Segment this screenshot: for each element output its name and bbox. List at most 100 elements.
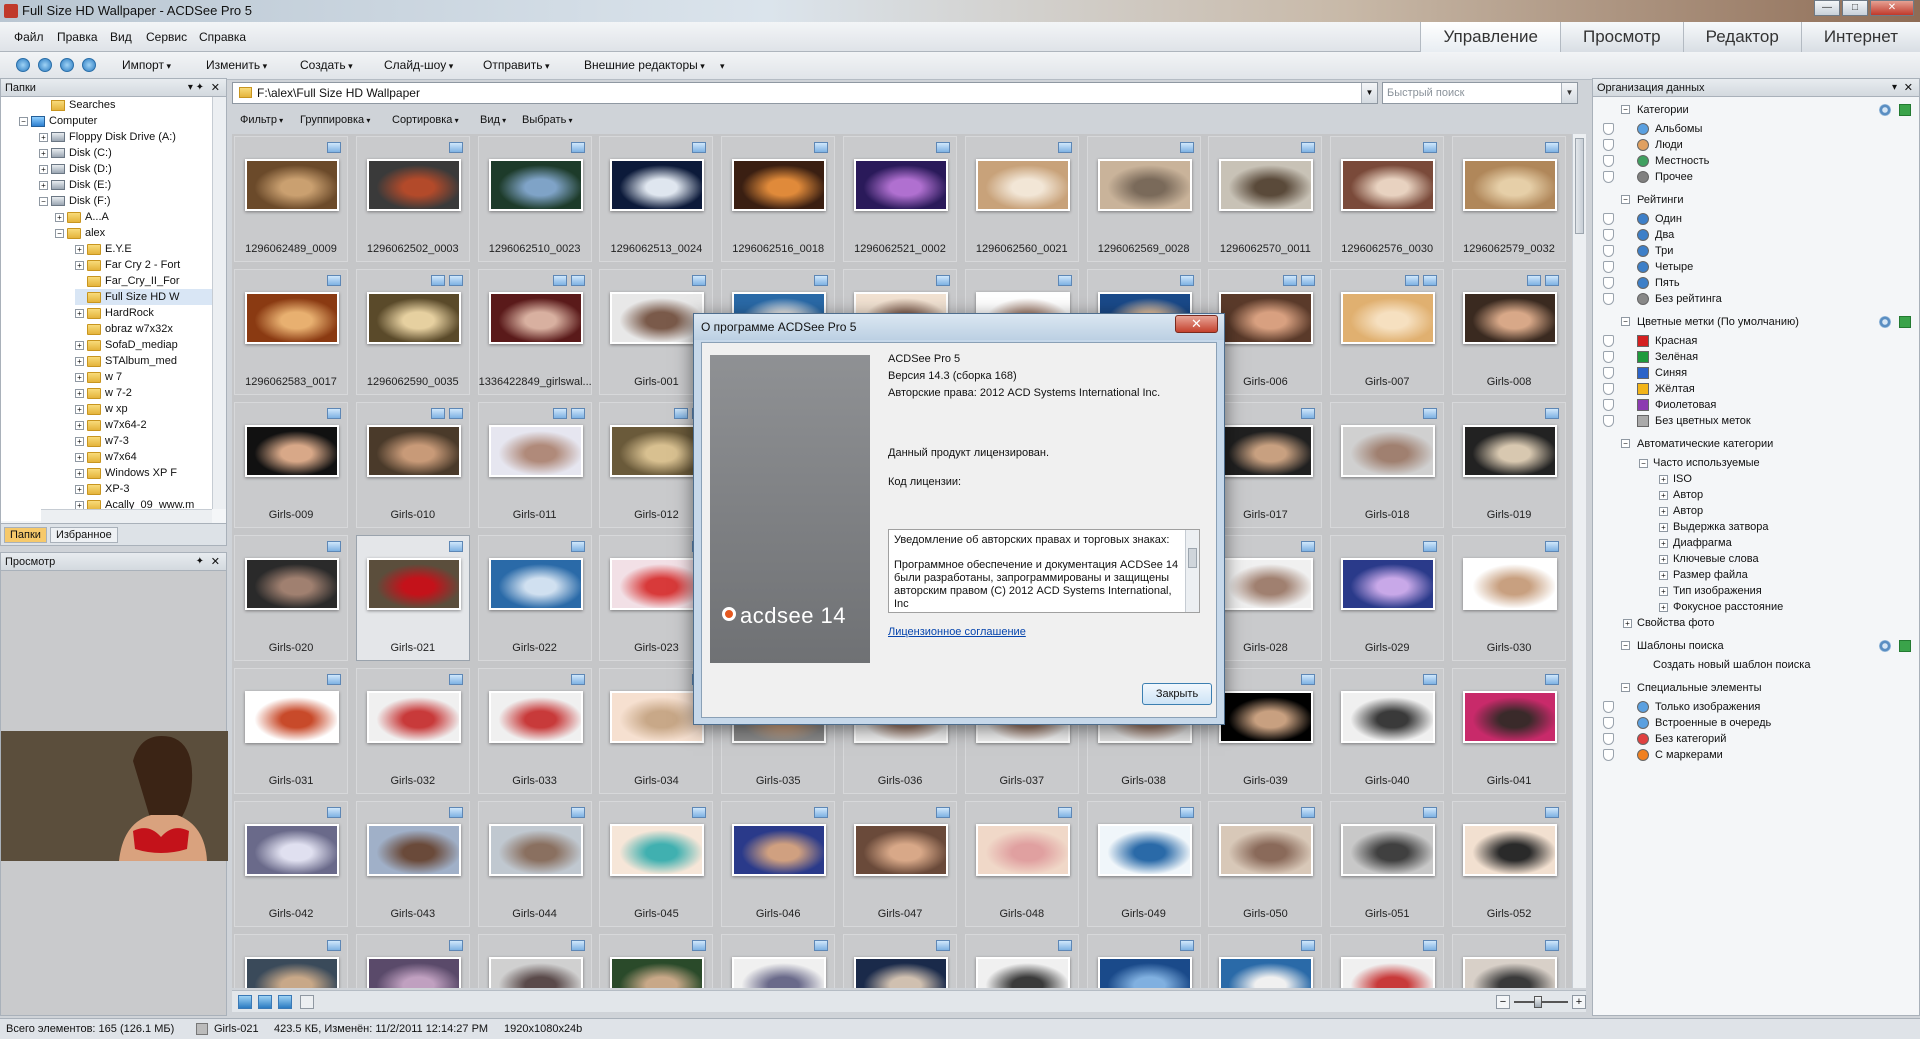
expand-toggle[interactable]: + [75,452,84,462]
zoom-in-icon[interactable]: + [1572,995,1586,1009]
thumbnail-item[interactable]: Girls-017 [1208,402,1323,528]
add-icon[interactable] [1899,104,1911,116]
auto-category-toggle[interactable]: − [1639,455,1651,471]
expand-toggle[interactable]: + [39,132,48,142]
add-icon[interactable] [1899,316,1911,328]
thumbnail-item[interactable] [477,934,592,988]
thumbnail-item[interactable]: 1296062510_0023 [477,136,592,262]
thumbnail-item[interactable]: 1296062569_0028 [1086,136,1201,262]
filter-checkbox[interactable] [1603,399,1614,411]
expand-toggle[interactable]: + [75,372,84,382]
maximize-button[interactable]: □ [1842,0,1868,16]
tree-item[interactable]: − Computer [19,113,212,129]
thumbnail-item[interactable] [843,934,957,988]
slider-knob[interactable] [1534,996,1542,1008]
expand-toggle[interactable]: + [75,420,84,430]
pin-icon[interactable]: ▾ [1892,79,1897,97]
thumbnail-item[interactable]: 1296062590_0035 [355,269,470,395]
tab-online[interactable]: Интернет [1800,22,1920,52]
thumbnail-item[interactable]: Girls-020 [234,535,348,661]
import-button[interactable]: Импорт [122,58,171,72]
add-icon[interactable] [1899,640,1911,652]
tree-item[interactable]: + XP-3 [75,481,212,497]
pin-icon[interactable]: ▾ ✦ [188,79,204,97]
tree-item[interactable]: + Windows XP F [75,465,212,481]
thumbnail-item[interactable]: Girls-010 [355,402,470,528]
thumbnail-item[interactable]: Girls-030 [1452,535,1566,661]
expand-toggle[interactable]: − [19,116,28,126]
thumbnail-item[interactable]: Girls-011 [477,402,592,528]
tab-manage[interactable]: Управление [1420,22,1560,52]
rotate-icon[interactable] [278,995,292,1009]
expand-toggle[interactable]: + [75,404,84,414]
thumbnail-item[interactable]: Girls-031 [234,668,348,794]
tree-item[interactable]: + w xp [75,401,212,417]
thumbnail-item[interactable]: Girls-032 [355,668,470,794]
auto-category-toggle[interactable]: + [1659,567,1671,583]
tree-item[interactable]: + w7x64 [75,449,212,465]
view-menu[interactable]: Вид [480,114,506,126]
thumbnail-item[interactable]: 1336422849_girlswal... [477,269,592,395]
thumbnail-item[interactable]: Girls-022 [477,535,592,661]
filter-checkbox[interactable] [1603,383,1614,395]
auto-category-toggle[interactable]: + [1659,519,1671,535]
expand-toggle[interactable]: + [75,356,84,366]
close-window-button[interactable]: ✕ [1870,0,1914,16]
send-button[interactable]: Отправить [483,58,550,72]
section-ratings[interactable]: − Рейтинги [1593,191,1919,209]
expand-toggle[interactable]: + [39,148,48,158]
close-icon[interactable]: ✕ [1904,79,1913,97]
gear-icon[interactable] [1879,640,1891,652]
select-menu[interactable]: Выбрать [522,114,573,126]
thumbnail-item[interactable]: Girls-052 [1452,801,1566,927]
tab-folders[interactable]: Папки [4,527,47,543]
pin-icon[interactable]: ✦ [196,553,204,571]
tree-item[interactable]: + Floppy Disk Drive (A:) [39,129,212,145]
filter-checkbox[interactable] [1603,367,1614,379]
license-agreement-link[interactable]: Лицензионное соглашение [888,626,1026,638]
thumbnail-item[interactable]: Girls-042 [234,801,348,927]
slideshow-button[interactable]: Слайд-шоу [384,58,453,72]
menu-tools[interactable]: Сервис [146,30,187,44]
auto-category-toggle[interactable]: + [1659,503,1671,519]
thumbnail-item[interactable]: 1296062583_0017 [234,269,348,395]
thumbnail-item[interactable]: Girls-050 [1208,801,1323,927]
thumbnail-item[interactable]: Girls-021 [355,535,470,661]
tree-item[interactable]: − Disk (F:) [39,193,212,209]
auto-category-toggle[interactable]: + [1623,615,1635,631]
thumbnail-item[interactable]: Girls-006 [1208,269,1323,395]
thumbnail-item[interactable]: Girls-044 [477,801,592,927]
folder-tree-scrollbar[interactable] [212,97,226,509]
tree-item[interactable]: obraz w7x32x [75,321,212,337]
thumbnail-item[interactable]: Girls-043 [355,801,470,927]
quick-search-input[interactable]: Быстрый поиск ▼ [1382,82,1578,104]
expand-toggle[interactable]: + [39,164,48,174]
minimize-button[interactable]: — [1814,0,1840,16]
thumbnail-item[interactable]: Girls-051 [1330,801,1445,927]
expand-toggle[interactable]: − [55,228,64,238]
tree-item[interactable]: + HardRock [75,305,212,321]
gear-icon[interactable] [1879,316,1891,328]
notice-scrollbar-thumb[interactable] [1188,548,1197,568]
thumbnail-item[interactable]: Girls-049 [1086,801,1201,927]
thumbnail-item[interactable]: 1296062521_0002 [843,136,957,262]
gear-icon[interactable] [1879,104,1891,116]
copyright-notice-box[interactable]: Уведомление об авторских правах и торгов… [888,529,1200,613]
folder-tree-hscrollbar[interactable] [41,509,212,523]
tree-item[interactable]: Searches [39,97,212,113]
thumbnail-item[interactable]: Girls-047 [843,801,957,927]
thumbnail-item[interactable]: 1296062489_0009 [234,136,348,262]
thumbnail-item[interactable] [1330,934,1445,988]
close-icon[interactable]: ✕ [211,553,220,571]
thumbnail-item[interactable]: 1296062576_0030 [1330,136,1445,262]
thumbnail-item[interactable]: 1296062560_0021 [964,136,1079,262]
thumbnail-item[interactable] [1208,934,1323,988]
menu-help[interactable]: Справка [199,30,246,44]
back-icon[interactable] [38,58,52,72]
thumbnail-item[interactable]: Girls-018 [1330,402,1445,528]
thumbnail-item[interactable]: Girls-045 [599,801,714,927]
thumbnail-item[interactable] [1086,934,1201,988]
thumbnail-item[interactable]: Girls-019 [1452,402,1566,528]
expand-toggle[interactable]: + [1659,570,1668,580]
filter-checkbox[interactable] [1603,415,1614,427]
